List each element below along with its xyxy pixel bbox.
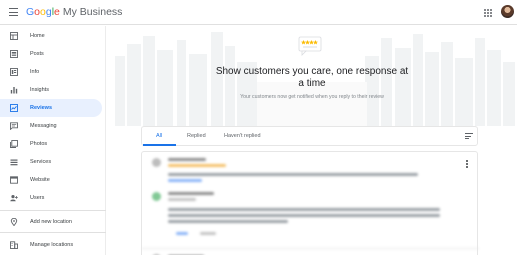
brand-letter: G: [26, 6, 35, 18]
website-icon: [10, 176, 18, 184]
sidebar-item-posts[interactable]: Posts: [0, 45, 102, 63]
services-icon: [10, 159, 18, 166]
sidebar-item-users[interactable]: Users: [0, 189, 102, 207]
sidebar-item-label: Add new location: [30, 219, 72, 225]
sidebar-item-label: Home: [30, 33, 45, 39]
account-avatar[interactable]: [501, 5, 514, 18]
sidebar-item-insights[interactable]: Insights: [0, 81, 102, 99]
sidebar-item-label: Manage locations: [30, 242, 74, 248]
owner-avatar: [152, 192, 161, 201]
tab-replied[interactable]: Replied: [187, 133, 206, 139]
sidebar-item-label: Messaging: [30, 123, 57, 129]
hero-title: Show customers you care, one response at…: [215, 66, 409, 89]
sidebar-item-label: Users: [30, 195, 45, 201]
users-icon: [10, 195, 18, 202]
more-options-icon[interactable]: [466, 160, 468, 169]
review-stars-illustration-icon: [298, 36, 322, 56]
app-logo[interactable]: Google My Business: [26, 6, 122, 18]
sidebar-divider: [0, 232, 106, 233]
sidebar-item-reviews[interactable]: Reviews: [0, 99, 102, 117]
tab-havent-replied[interactable]: Haven't replied: [224, 133, 261, 139]
sidebar-item-label: Posts: [30, 51, 44, 57]
building-icon: [10, 241, 18, 249]
home-icon: [10, 32, 18, 40]
sidebar-item-label: Photos: [30, 141, 48, 147]
sidebar-item-label: Website: [30, 177, 50, 183]
sidebar-item-label: Reviews: [30, 105, 53, 111]
review-filter-tabs: All Replied Haven't replied: [141, 126, 478, 146]
reviewer-avatar: [152, 158, 161, 167]
review-card[interactable]: [141, 151, 479, 255]
sidebar-nav: Home Posts Info Insights Reviews Messagi…: [0, 26, 106, 255]
sidebar-item-home[interactable]: Home: [0, 27, 102, 45]
messaging-icon: [10, 122, 18, 130]
sidebar-divider: [0, 210, 106, 211]
sidebar-item-label: Insights: [30, 87, 49, 93]
sort-icon[interactable]: [465, 133, 473, 140]
sidebar-item-website[interactable]: Website: [0, 171, 102, 189]
reviews-icon: [10, 104, 18, 112]
main-content: Show customers you care, one response at…: [107, 26, 517, 255]
brand-letter: e: [54, 6, 60, 18]
sidebar-item-info[interactable]: Info: [0, 63, 102, 81]
brand-product-name: My Business: [62, 6, 123, 18]
posts-icon: [10, 50, 18, 58]
location-pin-icon: [10, 218, 18, 226]
sidebar-item-messaging[interactable]: Messaging: [0, 117, 102, 135]
info-icon: [10, 68, 18, 76]
apps-grid-icon[interactable]: [484, 9, 492, 17]
sidebar-item-label: Services: [30, 159, 52, 165]
active-tab-indicator: [143, 144, 176, 146]
insights-icon: [10, 87, 18, 94]
top-app-bar: Google My Business: [0, 0, 517, 25]
sidebar-item-photos[interactable]: Photos: [0, 135, 102, 153]
sidebar-item-services[interactable]: Services: [0, 153, 102, 171]
tab-all[interactable]: All: [156, 133, 162, 139]
hero-subtitle: Your customers now get notified when you…: [240, 94, 384, 100]
sidebar-item-label: Info: [30, 69, 40, 75]
manage-locations-link[interactable]: Manage locations: [0, 236, 102, 254]
menu-icon[interactable]: [9, 8, 18, 16]
add-new-location-link[interactable]: Add new location: [0, 213, 102, 231]
photos-icon: [10, 140, 18, 148]
